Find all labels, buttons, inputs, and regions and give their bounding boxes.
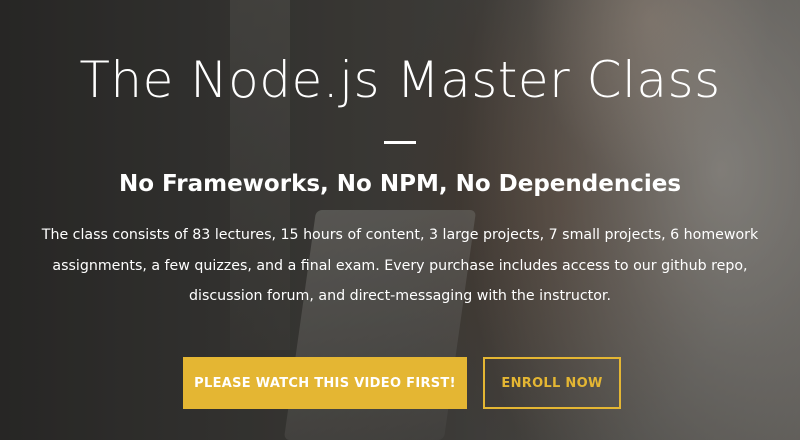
hero-description: The class consists of 83 lectures, 15 ho… [41,227,759,304]
watch-video-button[interactable]: PLEASE WATCH THIS VIDEO FIRST! [183,357,467,409]
hero-section: The Node.js Master Class No Frameworks, … [0,0,800,440]
hero-subheadline: No Frameworks, No NPM, No Dependencies [118,171,682,197]
hero-headline: The Node.js Master Class [79,51,721,109]
headline-divider [384,141,416,144]
enroll-now-button[interactable]: ENROLL NOW [483,357,621,409]
